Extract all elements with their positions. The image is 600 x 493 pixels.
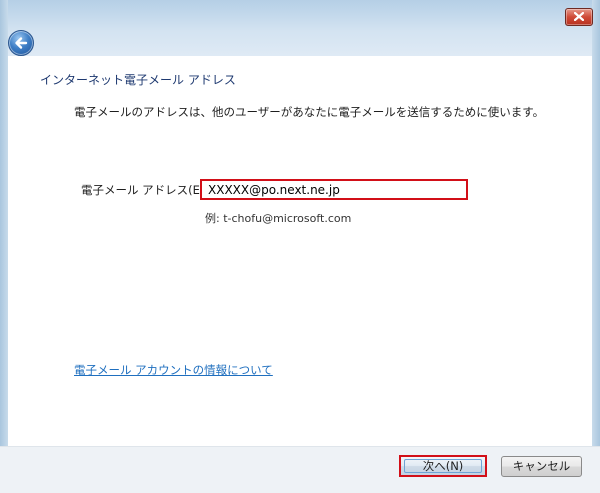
next-button[interactable]: 次へ(N) <box>399 455 487 477</box>
account-info-link[interactable]: 電子メール アカウントの情報について <box>74 362 273 378</box>
close-icon <box>574 12 584 21</box>
cancel-button[interactable]: キャンセル <box>501 456 582 477</box>
next-button-label: 次へ(N) <box>422 459 464 473</box>
page-description: 電子メールのアドレスは、他のユーザーがあなたに電子メールを送信するために使います… <box>74 105 545 119</box>
back-button[interactable] <box>8 30 34 56</box>
page-heading: インターネット電子メール アドレス <box>40 73 236 87</box>
email-address-input[interactable] <box>200 179 468 200</box>
window-title-bar <box>0 0 600 56</box>
window-frame-left <box>0 0 8 492</box>
window-frame-right <box>592 0 600 492</box>
window-close-button[interactable] <box>565 8 593 26</box>
back-arrow-icon <box>15 37 28 49</box>
email-example-text: 例: t-chofu@microsoft.com <box>205 212 352 225</box>
email-address-label: 電子メール アドレス(E): <box>81 183 209 197</box>
